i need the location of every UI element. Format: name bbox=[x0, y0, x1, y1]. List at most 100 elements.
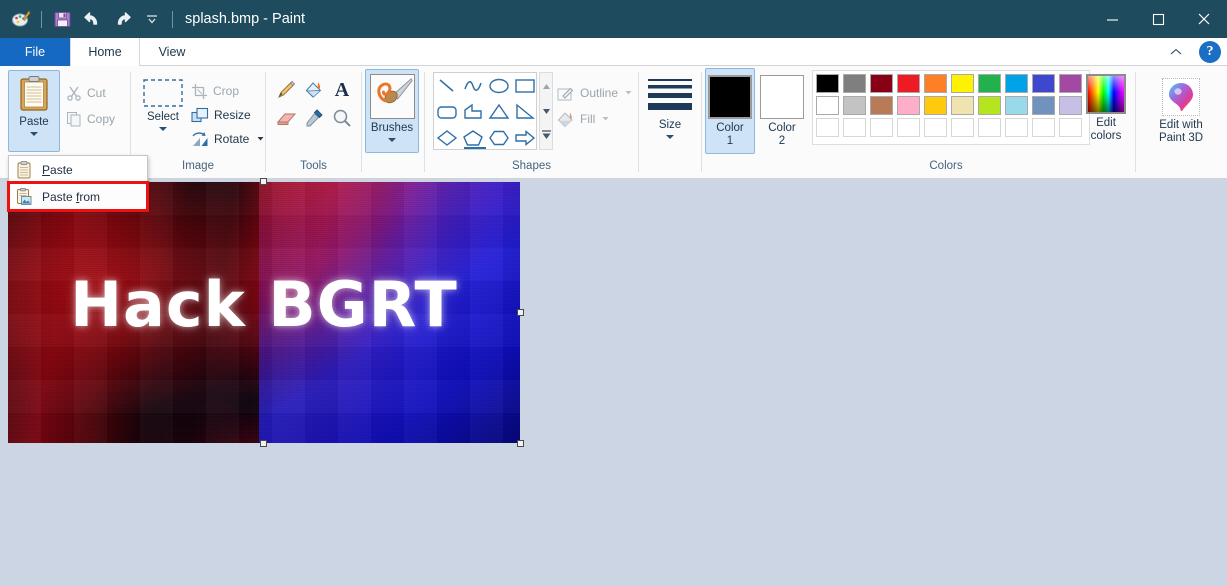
select-dropdown-caret[interactable] bbox=[159, 127, 167, 131]
color-2-swatch[interactable] bbox=[760, 75, 804, 119]
pencil-tool[interactable] bbox=[272, 76, 300, 104]
palette-swatch-r3-c5[interactable] bbox=[924, 118, 947, 137]
palette-swatch-r2-c4[interactable] bbox=[897, 96, 920, 115]
paint-3d-label-top: Edit with bbox=[1159, 119, 1202, 132]
eraser-tool[interactable] bbox=[272, 104, 300, 132]
copy-button[interactable]: Copy bbox=[66, 108, 115, 130]
palette-swatch-r2-c10[interactable] bbox=[1059, 96, 1082, 115]
clipboard-icon bbox=[16, 161, 32, 179]
edit-colors-button[interactable]: Edit colors bbox=[1080, 70, 1132, 154]
shapes-scroll-up-button[interactable] bbox=[542, 79, 551, 93]
right-triangle-shape[interactable] bbox=[512, 99, 538, 125]
canvas-image[interactable]: Hack BGRT bbox=[8, 182, 520, 443]
palette-swatch-r3-c10[interactable] bbox=[1059, 118, 1082, 137]
palette-swatch-r1-c3[interactable] bbox=[870, 74, 893, 93]
palette-swatch-r1-c1[interactable] bbox=[816, 74, 839, 93]
color-1-button[interactable]: Color 1 bbox=[705, 68, 755, 154]
fill-tool[interactable] bbox=[300, 76, 328, 104]
size-button[interactable]: Size bbox=[643, 72, 697, 139]
customize-qat-button[interactable] bbox=[139, 6, 165, 32]
help-button[interactable]: ? bbox=[1199, 41, 1221, 63]
palette-swatch-r3-c3[interactable] bbox=[870, 118, 893, 137]
select-button[interactable]: Select bbox=[137, 74, 189, 131]
palette-swatch-r1-c5[interactable] bbox=[924, 74, 947, 93]
handle-bottom-center[interactable] bbox=[260, 440, 267, 447]
palette-swatch-r2-c8[interactable] bbox=[1005, 96, 1028, 115]
oval-shape[interactable] bbox=[486, 73, 512, 99]
color-picker-tool[interactable] bbox=[300, 104, 328, 132]
handle-top-center[interactable] bbox=[260, 178, 267, 185]
text-tool[interactable]: A bbox=[328, 76, 356, 104]
palette-swatch-r2-c9[interactable] bbox=[1032, 96, 1055, 115]
collapse-ribbon-button[interactable] bbox=[1163, 38, 1189, 66]
tab-file[interactable]: File bbox=[0, 38, 70, 66]
palette-swatch-r3-c1[interactable] bbox=[816, 118, 839, 137]
tab-home[interactable]: Home bbox=[70, 38, 140, 66]
outline-button[interactable]: Outline bbox=[557, 82, 633, 104]
polygon-shape[interactable] bbox=[460, 99, 486, 125]
shapes-scroll-down-button[interactable] bbox=[542, 104, 551, 118]
save-button[interactable] bbox=[49, 6, 75, 32]
paste-dropdown-caret[interactable] bbox=[30, 132, 38, 136]
fill-dropdown-caret[interactable] bbox=[601, 112, 610, 126]
resize-button[interactable]: Resize bbox=[191, 104, 251, 126]
outline-dropdown-caret[interactable] bbox=[624, 86, 633, 100]
canvas-container[interactable]: Hack BGRT bbox=[8, 182, 520, 443]
handle-bottom-right[interactable] bbox=[517, 440, 524, 447]
palette-swatch-r2-c6[interactable] bbox=[951, 96, 974, 115]
minimize-button[interactable] bbox=[1089, 0, 1135, 38]
palette-swatch-r3-c7[interactable] bbox=[978, 118, 1001, 137]
color-1-swatch[interactable] bbox=[708, 75, 752, 119]
rotate-dropdown-caret[interactable] bbox=[256, 132, 265, 146]
palette-swatch-r1-c9[interactable] bbox=[1032, 74, 1055, 93]
triangle-shape[interactable] bbox=[486, 99, 512, 125]
palette-swatch-r1-c6[interactable] bbox=[951, 74, 974, 93]
tab-view[interactable]: View bbox=[141, 38, 203, 66]
line-shape[interactable] bbox=[434, 73, 460, 99]
palette-swatch-r1-c2[interactable] bbox=[843, 74, 866, 93]
palette-swatch-r3-c2[interactable] bbox=[843, 118, 866, 137]
cut-button[interactable]: Cut bbox=[66, 82, 106, 104]
right-arrow-shape[interactable] bbox=[512, 125, 538, 151]
brushes-dropdown-caret[interactable] bbox=[388, 138, 396, 142]
edit-with-paint-3d-button[interactable]: Edit with Paint 3D bbox=[1144, 74, 1218, 154]
palette-swatch-r3-c4[interactable] bbox=[897, 118, 920, 137]
canvas-work-area[interactable]: Hack BGRT bbox=[0, 179, 1227, 586]
color-2-button[interactable]: Color 2 bbox=[757, 68, 807, 154]
palette-swatch-r2-c5[interactable] bbox=[924, 96, 947, 115]
rotate-button[interactable]: Rotate bbox=[191, 128, 265, 150]
handle-middle-right[interactable] bbox=[517, 309, 524, 316]
palette-swatch-r2-c1[interactable] bbox=[816, 96, 839, 115]
close-button[interactable] bbox=[1181, 0, 1227, 38]
palette-swatch-r1-c8[interactable] bbox=[1005, 74, 1028, 93]
rounded-rectangle-shape[interactable] bbox=[434, 99, 460, 125]
curve-shape[interactable] bbox=[460, 73, 486, 99]
palette-swatch-r1-c4[interactable] bbox=[897, 74, 920, 93]
fill-button[interactable]: Fill bbox=[557, 108, 610, 130]
paste-dropdown-menu[interactable]: Paste Paste from bbox=[8, 155, 148, 211]
diamond-shape[interactable] bbox=[434, 125, 460, 151]
palette-swatch-r3-c9[interactable] bbox=[1032, 118, 1055, 137]
redo-button[interactable] bbox=[109, 6, 135, 32]
undo-button[interactable] bbox=[79, 6, 105, 32]
palette-swatch-r2-c2[interactable] bbox=[843, 96, 866, 115]
palette-swatch-r2-c3[interactable] bbox=[870, 96, 893, 115]
hexagon-shape[interactable] bbox=[486, 125, 512, 151]
menu-item-paste-from[interactable]: Paste from bbox=[9, 183, 147, 210]
brushes-button[interactable]: Brushes bbox=[365, 69, 419, 153]
palette-swatch-r1-c10[interactable] bbox=[1059, 74, 1082, 93]
crop-button[interactable]: Crop bbox=[191, 80, 239, 102]
paste-button[interactable]: Paste bbox=[8, 70, 60, 152]
paint-palette-icon[interactable] bbox=[8, 6, 34, 32]
magnifier-tool[interactable] bbox=[328, 104, 356, 132]
maximize-button[interactable] bbox=[1135, 0, 1181, 38]
shapes-expand-button[interactable] bbox=[541, 129, 552, 143]
menu-item-paste[interactable]: Paste bbox=[9, 156, 147, 183]
palette-swatch-r3-c6[interactable] bbox=[951, 118, 974, 137]
palette-swatch-r1-c7[interactable] bbox=[978, 74, 1001, 93]
size-dropdown-caret[interactable] bbox=[666, 135, 674, 139]
palette-swatch-r3-c8[interactable] bbox=[1005, 118, 1028, 137]
menu-item-paste-label: Paste bbox=[42, 163, 73, 177]
rectangle-shape[interactable] bbox=[512, 73, 538, 99]
palette-swatch-r2-c7[interactable] bbox=[978, 96, 1001, 115]
